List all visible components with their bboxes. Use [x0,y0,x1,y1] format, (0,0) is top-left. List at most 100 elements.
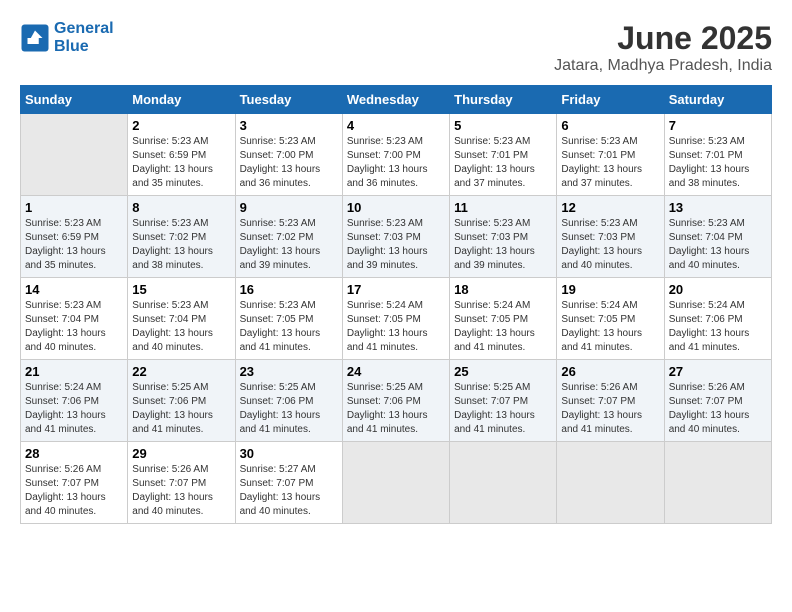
day-info: Sunrise: 5:24 AMSunset: 7:06 PMDaylight:… [25,382,106,435]
calendar-cell [21,114,128,196]
day-number: 23 [240,364,338,379]
header-thursday: Thursday [450,86,557,114]
day-info: Sunrise: 5:25 AMSunset: 7:07 PMDaylight:… [454,382,535,435]
logo-line2: Blue [54,38,114,56]
calendar-cell [450,442,557,524]
day-number: 28 [25,446,123,461]
day-number: 8 [132,200,230,215]
day-info: Sunrise: 5:23 AMSunset: 7:01 PMDaylight:… [454,136,535,189]
day-info: Sunrise: 5:23 AMSunset: 7:05 PMDaylight:… [240,300,321,353]
day-info: Sunrise: 5:23 AMSunset: 7:04 PMDaylight:… [132,300,213,353]
day-info: Sunrise: 5:24 AMSunset: 7:05 PMDaylight:… [561,300,642,353]
calendar-cell: 12 Sunrise: 5:23 AMSunset: 7:03 PMDaylig… [557,196,664,278]
calendar-cell [557,442,664,524]
day-number: 26 [561,364,659,379]
calendar-cell: 24 Sunrise: 5:25 AMSunset: 7:06 PMDaylig… [342,360,449,442]
day-info: Sunrise: 5:25 AMSunset: 7:06 PMDaylight:… [347,382,428,435]
calendar-cell: 18 Sunrise: 5:24 AMSunset: 7:05 PMDaylig… [450,278,557,360]
header-saturday: Saturday [664,86,771,114]
page-header: General Blue June 2025 Jatara, Madhya Pr… [20,20,772,75]
calendar-cell: 26 Sunrise: 5:26 AMSunset: 7:07 PMDaylig… [557,360,664,442]
calendar-week-1: 1 Sunrise: 5:23 AMSunset: 6:59 PMDayligh… [21,196,772,278]
calendar-cell [664,442,771,524]
day-info: Sunrise: 5:23 AMSunset: 7:03 PMDaylight:… [347,218,428,271]
day-info: Sunrise: 5:23 AMSunset: 7:04 PMDaylight:… [25,300,106,353]
day-info: Sunrise: 5:23 AMSunset: 7:01 PMDaylight:… [669,136,750,189]
calendar-cell: 2 Sunrise: 5:23 AMSunset: 6:59 PMDayligh… [128,114,235,196]
day-number: 19 [561,282,659,297]
day-number: 6 [561,118,659,133]
day-number: 1 [25,200,123,215]
calendar-cell: 23 Sunrise: 5:25 AMSunset: 7:06 PMDaylig… [235,360,342,442]
day-info: Sunrise: 5:23 AMSunset: 7:00 PMDaylight:… [347,136,428,189]
header-wednesday: Wednesday [342,86,449,114]
calendar-cell: 22 Sunrise: 5:25 AMSunset: 7:06 PMDaylig… [128,360,235,442]
day-info: Sunrise: 5:25 AMSunset: 7:06 PMDaylight:… [240,382,321,435]
day-number: 16 [240,282,338,297]
day-number: 30 [240,446,338,461]
day-number: 18 [454,282,552,297]
day-info: Sunrise: 5:23 AMSunset: 7:02 PMDaylight:… [240,218,321,271]
title-area: June 2025 Jatara, Madhya Pradesh, India [554,20,772,75]
calendar-cell: 8 Sunrise: 5:23 AMSunset: 7:02 PMDayligh… [128,196,235,278]
calendar-cell: 21 Sunrise: 5:24 AMSunset: 7:06 PMDaylig… [21,360,128,442]
calendar-cell: 17 Sunrise: 5:24 AMSunset: 7:05 PMDaylig… [342,278,449,360]
day-number: 4 [347,118,445,133]
calendar-cell: 6 Sunrise: 5:23 AMSunset: 7:01 PMDayligh… [557,114,664,196]
day-number: 21 [25,364,123,379]
header-monday: Monday [128,86,235,114]
calendar-cell: 16 Sunrise: 5:23 AMSunset: 7:05 PMDaylig… [235,278,342,360]
day-info: Sunrise: 5:26 AMSunset: 7:07 PMDaylight:… [132,464,213,517]
day-number: 3 [240,118,338,133]
day-info: Sunrise: 5:23 AMSunset: 7:03 PMDaylight:… [561,218,642,271]
day-number: 17 [347,282,445,297]
day-number: 20 [669,282,767,297]
day-info: Sunrise: 5:23 AMSunset: 6:59 PMDaylight:… [25,218,106,271]
logo-icon [20,23,50,53]
calendar-cell: 14 Sunrise: 5:23 AMSunset: 7:04 PMDaylig… [21,278,128,360]
day-info: Sunrise: 5:26 AMSunset: 7:07 PMDaylight:… [25,464,106,517]
calendar-cell [342,442,449,524]
day-number: 11 [454,200,552,215]
day-info: Sunrise: 5:26 AMSunset: 7:07 PMDaylight:… [561,382,642,435]
calendar-cell: 20 Sunrise: 5:24 AMSunset: 7:06 PMDaylig… [664,278,771,360]
day-number: 13 [669,200,767,215]
day-number: 7 [669,118,767,133]
calendar-cell: 29 Sunrise: 5:26 AMSunset: 7:07 PMDaylig… [128,442,235,524]
day-number: 29 [132,446,230,461]
day-info: Sunrise: 5:23 AMSunset: 7:04 PMDaylight:… [669,218,750,271]
calendar-week-0: 2 Sunrise: 5:23 AMSunset: 6:59 PMDayligh… [21,114,772,196]
day-info: Sunrise: 5:23 AMSunset: 6:59 PMDaylight:… [132,136,213,189]
day-number: 9 [240,200,338,215]
day-info: Sunrise: 5:24 AMSunset: 7:05 PMDaylight:… [347,300,428,353]
calendar-cell: 30 Sunrise: 5:27 AMSunset: 7:07 PMDaylig… [235,442,342,524]
day-number: 5 [454,118,552,133]
calendar-table: Sunday Monday Tuesday Wednesday Thursday… [20,85,772,524]
day-number: 14 [25,282,123,297]
calendar-week-3: 21 Sunrise: 5:24 AMSunset: 7:06 PMDaylig… [21,360,772,442]
calendar-cell: 7 Sunrise: 5:23 AMSunset: 7:01 PMDayligh… [664,114,771,196]
calendar-cell: 1 Sunrise: 5:23 AMSunset: 6:59 PMDayligh… [21,196,128,278]
calendar-cell: 27 Sunrise: 5:26 AMSunset: 7:07 PMDaylig… [664,360,771,442]
calendar-week-4: 28 Sunrise: 5:26 AMSunset: 7:07 PMDaylig… [21,442,772,524]
calendar-cell: 5 Sunrise: 5:23 AMSunset: 7:01 PMDayligh… [450,114,557,196]
calendar-cell: 15 Sunrise: 5:23 AMSunset: 7:04 PMDaylig… [128,278,235,360]
day-number: 27 [669,364,767,379]
calendar-cell: 28 Sunrise: 5:26 AMSunset: 7:07 PMDaylig… [21,442,128,524]
day-number: 2 [132,118,230,133]
calendar-header-row: Sunday Monday Tuesday Wednesday Thursday… [21,86,772,114]
calendar-cell: 9 Sunrise: 5:23 AMSunset: 7:02 PMDayligh… [235,196,342,278]
day-info: Sunrise: 5:23 AMSunset: 7:00 PMDaylight:… [240,136,321,189]
day-info: Sunrise: 5:23 AMSunset: 7:02 PMDaylight:… [132,218,213,271]
header-friday: Friday [557,86,664,114]
calendar-week-2: 14 Sunrise: 5:23 AMSunset: 7:04 PMDaylig… [21,278,772,360]
day-number: 12 [561,200,659,215]
day-number: 25 [454,364,552,379]
logo-line1: General [54,20,114,38]
location-title: Jatara, Madhya Pradesh, India [554,57,772,75]
day-info: Sunrise: 5:24 AMSunset: 7:06 PMDaylight:… [669,300,750,353]
day-number: 24 [347,364,445,379]
calendar-cell: 13 Sunrise: 5:23 AMSunset: 7:04 PMDaylig… [664,196,771,278]
logo: General Blue [20,20,114,55]
calendar-cell: 25 Sunrise: 5:25 AMSunset: 7:07 PMDaylig… [450,360,557,442]
